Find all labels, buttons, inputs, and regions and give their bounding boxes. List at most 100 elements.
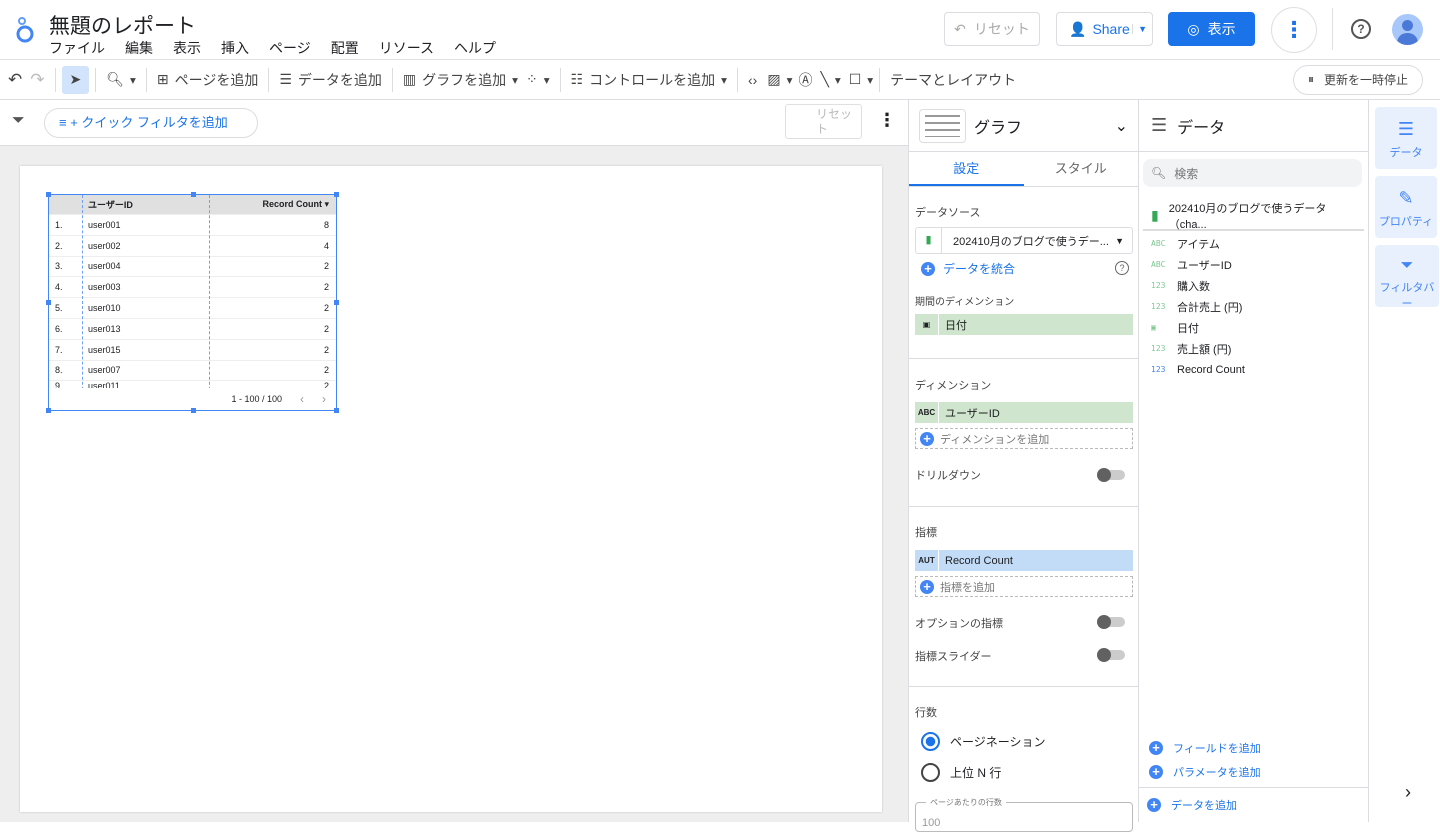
radio-selected-icon: [921, 732, 940, 751]
image-button[interactable]: ▨ ▾: [765, 66, 794, 94]
report-title[interactable]: 無題のレポート: [49, 10, 196, 40]
pagination-option-label: ページネーション: [950, 735, 1046, 749]
chevron-right-icon[interactable]: ›: [1405, 782, 1411, 803]
undo-button[interactable]: ↶: [0, 66, 30, 94]
table-row[interactable]: 6. user013 2: [49, 319, 336, 340]
help-icon[interactable]: ?: [1351, 19, 1371, 39]
add-data-source-button[interactable]: + データを追加: [1147, 797, 1237, 813]
menu-edit[interactable]: 編集: [125, 38, 153, 58]
optional-metrics-toggle[interactable]: [1097, 615, 1125, 629]
field-item[interactable]: 123 購入数: [1139, 275, 1369, 296]
add-data-button[interactable]: ☰ データを追加: [271, 66, 390, 94]
tab-setup[interactable]: 設定: [909, 152, 1024, 186]
share-label: Share: [1092, 21, 1130, 37]
row-number: 4.: [55, 282, 63, 293]
add-metric-button[interactable]: + 指標を追加: [915, 576, 1133, 597]
field-item[interactable]: ABC ユーザーID: [1139, 254, 1369, 275]
field-item[interactable]: 123 Record Count: [1139, 359, 1369, 380]
view-button[interactable]: ◎ 表示: [1168, 12, 1255, 46]
field-item[interactable]: 123 売上額 (円): [1139, 338, 1369, 359]
pause-updates-button[interactable]: ⏸ 更新を一時停止: [1292, 64, 1423, 95]
add-dimension-button[interactable]: + ディメンションを追加: [915, 428, 1133, 449]
eye-icon: ◎: [1187, 20, 1200, 37]
column-header-record-count[interactable]: Record Count ▾: [209, 199, 336, 210]
rail-properties-button[interactable]: ✎ プロパティ: [1375, 176, 1437, 238]
number-type-icon: 123: [1151, 302, 1166, 311]
share-button[interactable]: 👤 Share ▼: [1056, 12, 1153, 46]
add-parameter-label: パラメータを追加: [1173, 767, 1261, 779]
add-icon: +: [1149, 765, 1163, 779]
add-control-button[interactable]: ☷ コントロールを追加 ▾: [563, 66, 735, 94]
table-row[interactable]: 1. user001 8: [49, 215, 336, 236]
community-viz-button[interactable]: ⁘ ▾: [526, 66, 558, 94]
filter-more-icon[interactable]: ⋮: [878, 110, 896, 131]
field-item[interactable]: 123 合計売上 (円): [1139, 296, 1369, 317]
line-button[interactable]: ╲ ▾: [816, 66, 844, 94]
rail-filter-bar-button[interactable]: ⏷ フィルタバー: [1375, 245, 1439, 310]
table-row[interactable]: 2. user002 4: [49, 236, 336, 257]
datasource-select[interactable]: ▮ 202410月のブログで使うデー... ▼: [915, 227, 1133, 254]
text-button[interactable]: Ⓐ: [794, 66, 816, 94]
field-item[interactable]: ▣ 日付: [1139, 317, 1369, 338]
share-dropdown-icon[interactable]: ▼: [1132, 24, 1152, 34]
add-chart-icon: ▥: [402, 71, 417, 87]
embed-url-button[interactable]: ‹›: [740, 66, 765, 94]
top-n-radio[interactable]: 上位 N 行: [921, 763, 1001, 782]
menu-insert[interactable]: 挿入: [221, 38, 249, 58]
tab-style[interactable]: スタイル: [1024, 152, 1139, 186]
filter-icon: ⏷: [12, 112, 25, 129]
zoom-button[interactable]: 🔍︎ ▾: [98, 66, 144, 94]
table-chart[interactable]: ユーザーID Record Count ▾ 1. user001 8 2. user002…: [46, 192, 339, 413]
period-dimension-chip[interactable]: ▣ 日付: [915, 314, 1133, 335]
drilldown-toggle[interactable]: [1097, 468, 1125, 482]
record-count-cell: 2: [323, 282, 329, 293]
toolbar: ↶ ↷ ➤ 🔍︎ ▾ ⊞ ページを追加 ☰ データを追加 ▥ グラフを追加 ▾ ⁘ ▾ ☷…: [0, 60, 1440, 100]
theme-layout-button[interactable]: テーマとレイアウト: [882, 66, 1024, 94]
add-parameter-button[interactable]: + パラメータを追加: [1149, 764, 1261, 780]
more-options-button[interactable]: ⋮: [1271, 7, 1317, 53]
data-source-item[interactable]: ▮ 202410月のブログで使うデータ（cha...: [1143, 202, 1364, 231]
add-quick-filter-button[interactable]: ≡ + クイック フィルタを追加: [44, 108, 258, 138]
menu-view[interactable]: 表示: [173, 38, 201, 58]
add-field-button[interactable]: + フィールドを追加: [1149, 740, 1261, 756]
menu-file[interactable]: ファイル: [49, 38, 105, 58]
metric-label: 指標: [915, 527, 937, 539]
table-row[interactable]: 5. user010 2: [49, 298, 336, 319]
menu-help[interactable]: ヘルプ: [454, 38, 496, 58]
add-chart-button[interactable]: ▥ グラフを追加 ▾: [395, 66, 526, 94]
rail-data-button[interactable]: ☰ データ: [1375, 107, 1437, 169]
rows-per-page-input[interactable]: ページあたりの行数 100: [915, 797, 1133, 832]
dimension-label: ディメンション: [915, 380, 992, 392]
dimension-chip[interactable]: ABC ユーザーID: [915, 402, 1133, 423]
avatar[interactable]: [1392, 14, 1423, 45]
blend-data-button[interactable]: + データを統合: [921, 260, 1015, 277]
table-chart-type-icon[interactable]: [919, 108, 966, 143]
table-row[interactable]: 8. user007 2: [49, 361, 336, 382]
menu-resource[interactable]: リソース: [379, 38, 434, 58]
text-type-icon: ABC: [1151, 239, 1166, 248]
shape-button[interactable]: ☐ ▾: [845, 66, 877, 94]
filter-reset-button[interactable]: リセット: [785, 104, 862, 139]
field-item[interactable]: ABC アイテム: [1139, 233, 1369, 254]
prev-page-icon[interactable]: ‹: [300, 392, 304, 406]
record-count-cell: 2: [323, 323, 329, 334]
metric-chip[interactable]: AUT Record Count: [915, 550, 1133, 571]
table-row[interactable]: 7. user015 2: [49, 340, 336, 361]
chevron-down-icon[interactable]: ⌄: [1115, 116, 1128, 136]
column-header-user-id[interactable]: ユーザーID: [82, 198, 209, 211]
menu-arrange[interactable]: 配置: [331, 38, 359, 58]
redo-button[interactable]: ↷: [30, 66, 52, 94]
table-row[interactable]: 4. user003 2: [49, 277, 336, 299]
reset-button[interactable]: ↶ リセット: [944, 12, 1040, 46]
row-number: 6.: [55, 323, 63, 334]
pagination-radio[interactable]: ページネーション: [921, 732, 1046, 751]
help-icon[interactable]: ?: [1115, 261, 1129, 275]
table-row[interactable]: 3. user004 2: [49, 257, 336, 278]
metric-slider-toggle[interactable]: [1097, 648, 1125, 662]
next-page-icon[interactable]: ›: [322, 392, 326, 406]
menu-page[interactable]: ページ: [269, 38, 311, 58]
metric-slider-label: 指標スライダー: [915, 651, 992, 663]
select-tool-button[interactable]: ➤: [61, 65, 90, 94]
field-search-input[interactable]: 🔍︎ 検索: [1143, 159, 1362, 187]
add-page-button[interactable]: ⊞ ページを追加: [149, 66, 266, 94]
